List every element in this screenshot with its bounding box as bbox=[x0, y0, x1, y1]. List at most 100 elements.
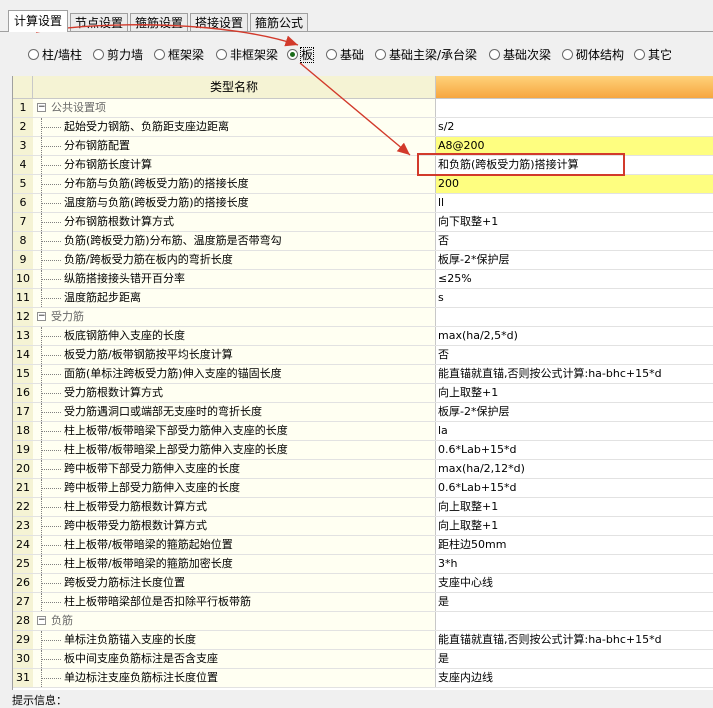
radio-non-frame-beam[interactable]: 非框架梁 bbox=[216, 46, 278, 64]
table-row[interactable]: 8 负筋(跨板受力筋)分布筋、温度筋是否带弯勾 否 bbox=[13, 232, 713, 251]
tab-calculation-settings[interactable]: 计算设置 bbox=[8, 10, 68, 32]
collapse-toggle-icon[interactable]: − bbox=[37, 312, 46, 321]
tab-divider bbox=[0, 31, 713, 32]
setting-value-cell[interactable]: ≤25% bbox=[436, 270, 713, 288]
setting-label: 单边标注支座负筋标注长度位置 bbox=[64, 671, 218, 684]
tab-stirrup-settings[interactable]: 箍筋设置 bbox=[130, 13, 188, 31]
setting-value-cell[interactable]: 向上取整+1 bbox=[436, 517, 713, 535]
setting-name-cell: 温度筋起步距离 bbox=[33, 289, 436, 307]
radio-foundation[interactable]: 基础 bbox=[326, 46, 364, 64]
group-name-cell: − 负筋 bbox=[33, 612, 436, 630]
collapse-toggle-icon[interactable]: − bbox=[37, 103, 46, 112]
radio-column[interactable]: 柱/墙柱 bbox=[28, 46, 82, 64]
row-number: 4 bbox=[13, 156, 34, 174]
setting-value-cell[interactable]: 0.6*Lab+15*d bbox=[436, 479, 713, 497]
radio-indicator bbox=[562, 49, 573, 60]
setting-label: 负筋/跨板受力筋在板内的弯折长度 bbox=[64, 253, 233, 266]
table-row[interactable]: 31 单边标注支座负筋标注长度位置 支座内边线 bbox=[13, 669, 713, 688]
radio-slab[interactable]: 板 bbox=[287, 46, 315, 64]
tab-stirrup-formula[interactable]: 箍筋公式 bbox=[250, 13, 308, 31]
setting-name-cell: 单标注负筋锚入支座的长度 bbox=[33, 631, 436, 649]
radio-other[interactable]: 其它 bbox=[634, 46, 672, 64]
table-row[interactable]: 14 板受力筋/板带钢筋按平均长度计算 否 bbox=[13, 346, 713, 365]
group-row[interactable]: 28− 负筋 bbox=[13, 612, 713, 631]
table-row[interactable]: 2 起始受力钢筋、负筋距支座边距离 s/2 bbox=[13, 118, 713, 137]
table-row[interactable]: 17 受力筋遇洞口或端部无支座时的弯折长度 板厚-2*保护层 bbox=[13, 403, 713, 422]
table-row[interactable]: 7 分布钢筋根数计算方式 向下取整+1 bbox=[13, 213, 713, 232]
row-number: 12 bbox=[13, 308, 34, 326]
radio-masonry-structure[interactable]: 砌体结构 bbox=[562, 46, 624, 64]
setting-value-cell[interactable]: max(ha/2,5*d) bbox=[436, 327, 713, 345]
group-value-cell bbox=[436, 612, 713, 630]
radio-shear-wall[interactable]: 剪力墙 bbox=[93, 46, 143, 64]
group-label: 负筋 bbox=[51, 614, 73, 627]
table-row[interactable]: 27 柱上板带暗梁部位是否扣除平行板带筋 是 bbox=[13, 593, 713, 612]
setting-value-cell[interactable]: 向上取整+1 bbox=[436, 498, 713, 516]
setting-value-cell[interactable]: 向下取整+1 bbox=[436, 213, 713, 231]
table-row[interactable]: 29 单标注负筋锚入支座的长度 能直锚就直锚,否则按公式计算:ha-bhc+15*d bbox=[13, 631, 713, 650]
setting-value-cell[interactable]: 否 bbox=[436, 232, 713, 250]
table-row[interactable]: 15 面筋(单标注跨板受力筋)伸入支座的锚固长度 能直锚就直锚,否则按公式计算:ha… bbox=[13, 365, 713, 384]
setting-value-cell[interactable]: 向上取整+1 bbox=[436, 384, 713, 402]
table-row[interactable]: 24 柱上板带/板带暗梁的箍筋起始位置 距柱边50mm bbox=[13, 536, 713, 555]
table-row[interactable]: 3 分布钢筋配置 A8@200 bbox=[13, 137, 713, 156]
setting-value-cell[interactable]: A8@200 bbox=[436, 137, 713, 155]
radio-foundation-main-beam[interactable]: 基础主梁/承台梁 bbox=[375, 46, 477, 64]
table-row[interactable]: 11 温度筋起步距离 s bbox=[13, 289, 713, 308]
setting-value-cell[interactable]: 支座内边线 bbox=[436, 669, 713, 687]
setting-value-cell[interactable]: 能直锚就直锚,否则按公式计算:ha-bhc+15*d bbox=[436, 631, 713, 649]
tab-lap-settings[interactable]: 搭接设置 bbox=[190, 13, 248, 31]
radio-frame-beam[interactable]: 框架梁 bbox=[154, 46, 204, 64]
table-row[interactable]: 5 分布筋与负筋(跨板受力筋)的搭接长度 200 bbox=[13, 175, 713, 194]
setting-value-cell[interactable]: max(ha/2,12*d) bbox=[436, 460, 713, 478]
table-row[interactable]: 13 板底钢筋伸入支座的长度 max(ha/2,5*d) bbox=[13, 327, 713, 346]
setting-value-cell[interactable]: 是 bbox=[436, 593, 713, 611]
group-row[interactable]: 1− 公共设置项 bbox=[13, 99, 713, 118]
tree-connector bbox=[41, 137, 63, 155]
collapse-toggle-icon[interactable]: − bbox=[37, 616, 46, 625]
tree-connector bbox=[41, 574, 63, 592]
setting-value-cell[interactable]: 板厚-2*保护层 bbox=[436, 251, 713, 269]
setting-name-cell: 温度筋与负筋(跨板受力筋)的搭接长度 bbox=[33, 194, 436, 212]
tree-connector bbox=[41, 593, 63, 611]
setting-value-cell[interactable]: ll bbox=[436, 194, 713, 212]
radio-foundation-secondary-beam[interactable]: 基础次梁 bbox=[489, 46, 551, 64]
table-row[interactable]: 6 温度筋与负筋(跨板受力筋)的搭接长度 ll bbox=[13, 194, 713, 213]
setting-value-cell[interactable]: la bbox=[436, 422, 713, 440]
setting-value-cell[interactable]: 板厚-2*保护层 bbox=[436, 403, 713, 421]
table-row[interactable]: 25 柱上板带/板带暗梁的箍筋加密长度 3*h bbox=[13, 555, 713, 574]
table-row[interactable]: 18 柱上板带/板带暗梁下部受力筋伸入支座的长度 la bbox=[13, 422, 713, 441]
table-row[interactable]: 9 负筋/跨板受力筋在板内的弯折长度 板厚-2*保护层 bbox=[13, 251, 713, 270]
setting-value-cell[interactable]: 距柱边50mm bbox=[436, 536, 713, 554]
setting-label: 板受力筋/板带钢筋按平均长度计算 bbox=[64, 348, 233, 361]
setting-value-cell[interactable]: 是 bbox=[436, 650, 713, 668]
tab-node-settings[interactable]: 节点设置 bbox=[70, 13, 128, 31]
setting-value-cell[interactable]: 和负筋(跨板受力筋)搭接计算 bbox=[436, 156, 713, 174]
group-row[interactable]: 12− 受力筋 bbox=[13, 308, 713, 327]
table-row[interactable]: 30 板中间支座负筋标注是否含支座 是 bbox=[13, 650, 713, 669]
setting-label: 柱上板带/板带暗梁上部受力筋伸入支座的长度 bbox=[64, 443, 288, 456]
table-row[interactable]: 23 跨中板带受力筋根数计算方式 向上取整+1 bbox=[13, 517, 713, 536]
table-row[interactable]: 22 柱上板带受力筋根数计算方式 向上取整+1 bbox=[13, 498, 713, 517]
table-row[interactable]: 10 纵筋搭接接头错开百分率 ≤25% bbox=[13, 270, 713, 289]
setting-value-cell[interactable]: 否 bbox=[436, 346, 713, 364]
setting-value-cell[interactable]: 0.6*Lab+15*d bbox=[436, 441, 713, 459]
row-number: 5 bbox=[13, 175, 34, 193]
table-row[interactable]: 16 受力筋根数计算方式 向上取整+1 bbox=[13, 384, 713, 403]
table-row[interactable]: 4 分布钢筋长度计算 和负筋(跨板受力筋)搭接计算 bbox=[13, 156, 713, 175]
table-row[interactable]: 19 柱上板带/板带暗梁上部受力筋伸入支座的长度 0.6*Lab+15*d bbox=[13, 441, 713, 460]
radio-indicator bbox=[326, 49, 337, 60]
setting-value-cell[interactable]: s/2 bbox=[436, 118, 713, 136]
row-number: 28 bbox=[13, 612, 34, 630]
setting-value-cell[interactable]: 支座中心线 bbox=[436, 574, 713, 592]
setting-name-cell: 柱上板带/板带暗梁上部受力筋伸入支座的长度 bbox=[33, 441, 436, 459]
setting-value-cell[interactable]: 能直锚就直锚,否则按公式计算:ha-bhc+15*d bbox=[436, 365, 713, 383]
table-row[interactable]: 20 跨中板带下部受力筋伸入支座的长度 max(ha/2,12*d) bbox=[13, 460, 713, 479]
setting-name-cell: 跨板受力筋标注长度位置 bbox=[33, 574, 436, 592]
row-number: 15 bbox=[13, 365, 34, 383]
table-row[interactable]: 26 跨板受力筋标注长度位置 支座中心线 bbox=[13, 574, 713, 593]
setting-value-cell[interactable]: 200 bbox=[436, 175, 713, 193]
setting-value-cell[interactable]: 3*h bbox=[436, 555, 713, 573]
setting-value-cell[interactable]: s bbox=[436, 289, 713, 307]
table-row[interactable]: 21 跨中板带上部受力筋伸入支座的长度 0.6*Lab+15*d bbox=[13, 479, 713, 498]
